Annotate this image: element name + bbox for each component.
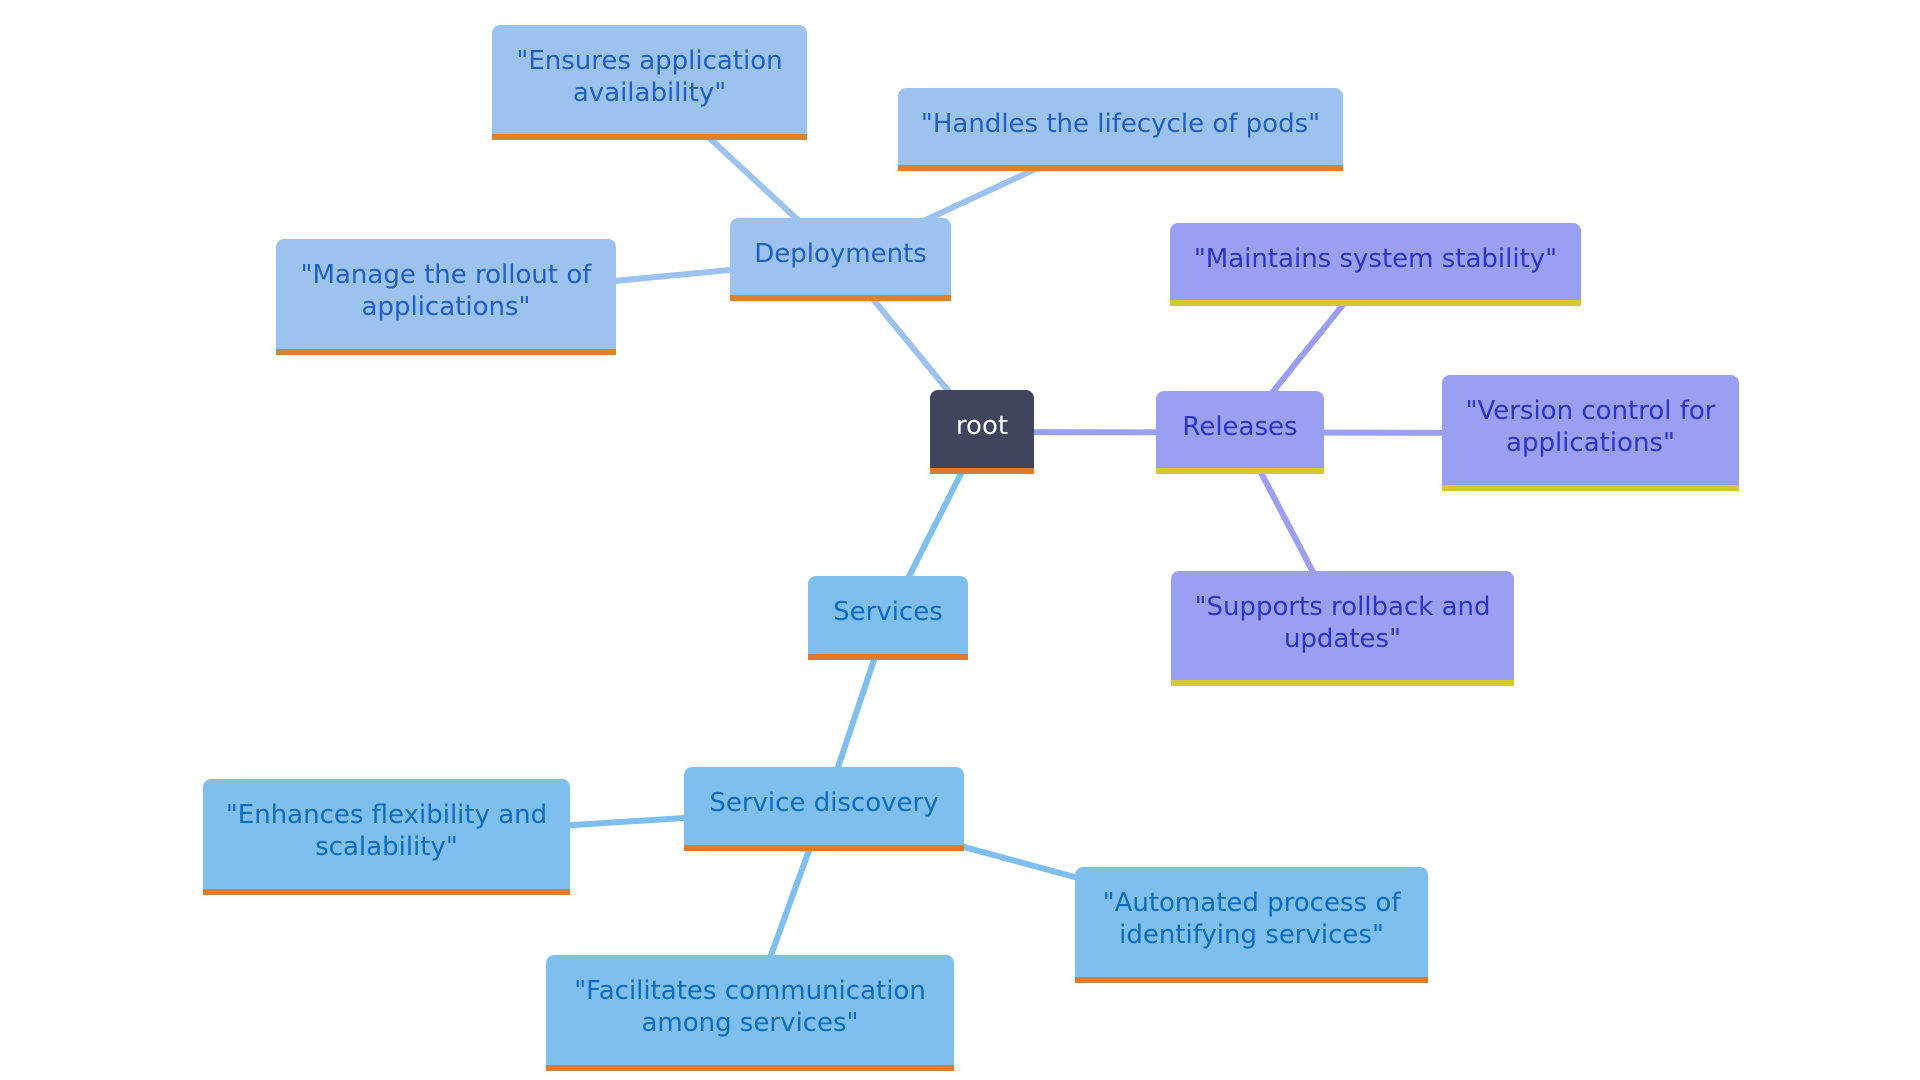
version-label-line1: "Version control for xyxy=(1465,396,1716,426)
facilitates-label-line1: "Facilitates communication xyxy=(574,976,926,1006)
enhances-label-line1: "Enhances flexibility and xyxy=(225,800,548,830)
facilitates-communication-node[interactable]: "Facilitates communication among service… xyxy=(546,955,954,1071)
deployments-label: Deployments xyxy=(754,238,927,269)
ensures-availability-node[interactable]: "Ensures application availability" xyxy=(492,25,807,140)
handles-lifecycle-node[interactable]: "Handles the lifecycle of pods" xyxy=(898,88,1343,171)
manage-label-line2: applications" xyxy=(361,292,531,322)
enhances-label-line2: scalability" xyxy=(315,832,458,862)
maintains-stability-node[interactable]: "Maintains system stability" xyxy=(1170,223,1581,306)
facilitates-label-line2: among services" xyxy=(641,1008,859,1038)
ensures-label-line2: availability" xyxy=(572,77,727,108)
manage-label-line1: "Manage the rollout of xyxy=(300,260,592,290)
root-node[interactable]: root xyxy=(930,390,1034,474)
supports-rollback-node[interactable]: "Supports rollback and updates" xyxy=(1171,571,1514,686)
deployments-node[interactable]: Deployments xyxy=(730,218,951,301)
automated-label-line2: identifying services" xyxy=(1119,920,1384,950)
version-label-line2: applications" xyxy=(1506,428,1675,458)
service-discovery-node[interactable]: Service discovery xyxy=(684,767,964,851)
version-control-node[interactable]: "Version control for applications" xyxy=(1442,375,1739,491)
releases-node[interactable]: Releases xyxy=(1156,391,1324,474)
manage-rollout-node[interactable]: "Manage the rollout of applications" xyxy=(276,239,616,355)
releases-label: Releases xyxy=(1182,411,1298,442)
enhances-flexibility-node[interactable]: "Enhances flexibility and scalability" xyxy=(203,779,570,895)
handles-label: "Handles the lifecycle of pods" xyxy=(920,108,1321,139)
supports-label-line1: "Supports rollback and xyxy=(1194,591,1491,622)
automated-process-node[interactable]: "Automated process of identifying servic… xyxy=(1075,867,1428,983)
services-node[interactable]: Services xyxy=(808,576,968,660)
discovery-label: Service discovery xyxy=(709,788,939,818)
maintains-label: "Maintains system stability" xyxy=(1193,243,1558,274)
automated-label-line1: "Automated process of xyxy=(1102,888,1401,918)
supports-label-line2: updates" xyxy=(1283,623,1402,654)
root-label: root xyxy=(955,411,1009,441)
services-label: Services xyxy=(833,597,943,627)
ensures-label-line1: "Ensures application xyxy=(516,45,783,76)
